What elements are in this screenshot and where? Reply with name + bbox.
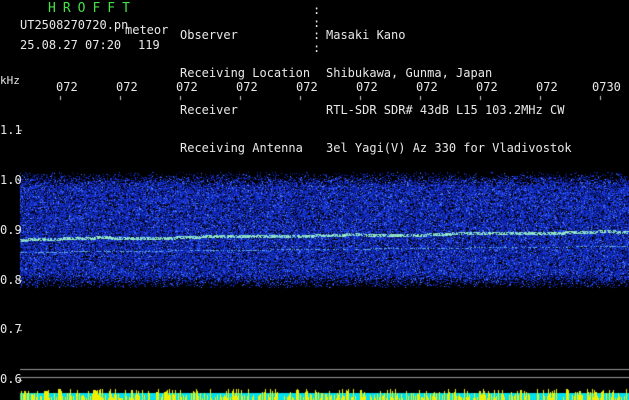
observer-value: Masaki Kano bbox=[326, 28, 406, 42]
antenna-value: 3el Yagi(V) Az 330 for Vladivostok bbox=[326, 140, 572, 155]
mode-label: meteor bbox=[125, 23, 169, 37]
freq-tick: 1.0 bbox=[0, 173, 22, 187]
info-colons: : : : : bbox=[313, 3, 321, 55]
time-tick: 072 bbox=[296, 80, 318, 94]
time-tick: 072 bbox=[356, 80, 378, 94]
receiver-label: Receiver bbox=[180, 103, 238, 117]
frequency-unit-label: kHz bbox=[0, 74, 20, 87]
time-tick: 072 bbox=[116, 80, 138, 94]
time-tick: 072 bbox=[56, 80, 78, 94]
freq-tick: 0.7 bbox=[0, 322, 22, 336]
file-name: UT2508270720.pn bbox=[20, 18, 129, 32]
time-tick: 072 bbox=[236, 80, 258, 94]
freq-tick: 0.9 bbox=[0, 223, 22, 237]
location-label: Receiving Location bbox=[180, 65, 311, 80]
time-tick: 072 bbox=[416, 80, 438, 94]
time-tick: 0730 bbox=[592, 80, 621, 94]
hrofft-logo: HROFFT bbox=[48, 1, 137, 16]
time-tick: 072 bbox=[176, 80, 198, 94]
time-tick: 072 bbox=[536, 80, 558, 94]
freq-tick: 0.8 bbox=[0, 273, 22, 287]
freq-tick: 1.1 bbox=[0, 123, 22, 137]
antenna-label: Receiving Antenna bbox=[180, 140, 303, 155]
receiver-value: RTL-SDR SDR# 43dB L15 103.2MHz CW bbox=[326, 103, 565, 117]
freq-tick: 0.6 bbox=[0, 372, 22, 386]
date-time: 25.08.27 07:20 bbox=[20, 38, 122, 52]
meteor-count: 119 bbox=[138, 38, 160, 52]
observer-label: Observer bbox=[180, 28, 238, 42]
location-value: Shibukawa, Gunma, Japan bbox=[326, 65, 493, 80]
time-tick: 072 bbox=[476, 80, 498, 94]
